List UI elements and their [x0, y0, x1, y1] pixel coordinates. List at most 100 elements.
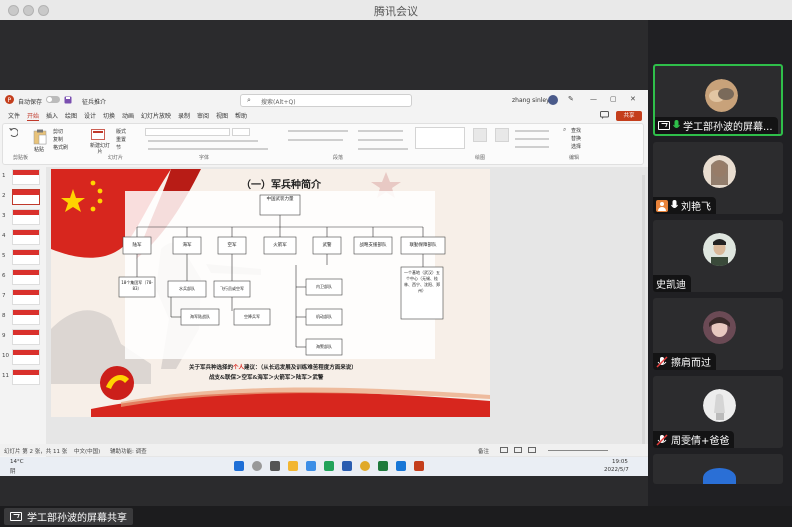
reading-view-icon[interactable] — [528, 447, 536, 453]
undo-icon[interactable] — [8, 127, 18, 137]
menu-file[interactable]: 文件 — [8, 111, 20, 120]
smartart-row[interactable] — [358, 148, 408, 150]
file-explorer-icon[interactable] — [288, 461, 298, 471]
slide-thumbnail[interactable]: 3 — [2, 209, 44, 226]
ppt-search-box[interactable]: ⌕ 搜索(Alt+Q) — [240, 94, 412, 107]
status-language[interactable]: 中文(中国) — [74, 447, 100, 455]
participant-tile[interactable]: 刘艳飞 — [653, 142, 783, 214]
save-icon[interactable] — [64, 96, 72, 104]
meeting-app-icon[interactable] — [396, 461, 406, 471]
thumb-number: 1 — [2, 173, 6, 179]
chrome-icon[interactable] — [360, 461, 370, 471]
arrange-button[interactable] — [473, 128, 487, 142]
menu-insert[interactable]: 插入 — [46, 111, 58, 120]
node-army-groups: 18个集团军（78-83） — [121, 280, 153, 291]
participant-tile-partial[interactable] — [653, 454, 783, 484]
find-icon[interactable]: ⌕ — [563, 126, 566, 134]
shape-outline-row[interactable] — [515, 138, 549, 140]
screen-share-label[interactable]: 学工部孙波的屏幕共享 — [4, 508, 133, 525]
text-direction-row[interactable] — [358, 130, 403, 132]
weather-temp[interactable]: 14°C — [10, 459, 24, 465]
current-slide[interactable]: （一）军兵种简介 中国武装力量 陆军 海军 空军 火箭军 武警 战略支援部队 联… — [51, 169, 490, 417]
paragraph-list-row[interactable] — [288, 130, 348, 132]
slide-thumbnail[interactable]: 9 — [2, 329, 44, 346]
user-name: zhang sinley — [512, 97, 550, 104]
shapes-gallery[interactable] — [415, 127, 465, 149]
replace-label[interactable]: 替换 — [571, 135, 581, 142]
slide-thumbnail[interactable]: 4 — [2, 229, 44, 246]
thumb-image — [12, 229, 40, 245]
taskbar-search-icon[interactable] — [252, 461, 262, 471]
font-effect-row[interactable] — [148, 148, 268, 150]
pen-icon[interactable]: ✎ — [568, 95, 574, 103]
small-star-icon — [90, 206, 96, 212]
slide-thumbnail[interactable]: 7 — [2, 289, 44, 306]
participant-tile-active[interactable]: 学工部孙波的屏幕... — [653, 64, 783, 136]
menu-review[interactable]: 审阅 — [197, 111, 209, 120]
slide-thumbnail[interactable]: 1 — [2, 169, 44, 186]
close-icon[interactable]: ✕ — [630, 95, 636, 103]
paste-label[interactable]: 粘贴 — [34, 146, 44, 153]
slide-thumbnail[interactable]: 10 — [2, 349, 44, 366]
clock-time[interactable]: 19:05 — [612, 459, 628, 465]
minimize-icon[interactable]: — — [590, 95, 597, 103]
reset-label[interactable]: 重置 — [116, 136, 126, 143]
menu-transitions[interactable]: 切换 — [103, 111, 115, 120]
weather-desc[interactable]: 阴 — [10, 467, 16, 475]
format-painter-label[interactable]: 格式刷 — [53, 144, 68, 151]
shape-effects-row[interactable] — [515, 146, 549, 148]
clock-date[interactable]: 2022/5/7 — [604, 467, 629, 473]
paragraph-align-row[interactable] — [288, 139, 343, 141]
align-text-row[interactable] — [358, 139, 403, 141]
word-icon[interactable] — [342, 461, 352, 471]
normal-view-icon[interactable] — [500, 447, 508, 453]
slide-thumbnail-selected[interactable]: 2 — [2, 189, 44, 206]
store-icon[interactable] — [306, 461, 316, 471]
menu-design[interactable]: 设计 — [84, 111, 96, 120]
wechat-icon[interactable] — [324, 461, 334, 471]
menu-animations[interactable]: 动画 — [122, 111, 134, 120]
copy-label[interactable]: 复制 — [53, 136, 63, 143]
notes-button[interactable]: 备注 — [478, 447, 489, 455]
comment-icon[interactable] — [600, 111, 609, 119]
slide-sorter-icon[interactable] — [514, 447, 522, 453]
powerpoint-taskbar-icon[interactable] — [414, 461, 424, 471]
menu-record[interactable]: 录制 — [178, 111, 190, 120]
share-button[interactable]: 共享 — [616, 111, 642, 121]
vertical-scrollbar[interactable] — [642, 175, 645, 445]
windows-start-icon[interactable] — [234, 461, 244, 471]
paste-icon[interactable] — [33, 129, 47, 145]
find-label[interactable]: 查找 — [571, 127, 581, 134]
menu-slideshow[interactable]: 幻灯片放映 — [141, 111, 171, 120]
new-slide-icon[interactable] — [91, 129, 105, 141]
slide-thumbnail[interactable]: 8 — [2, 309, 44, 326]
status-accessibility[interactable]: 辅助功能: 调查 — [110, 447, 147, 455]
menu-help[interactable]: 帮助 — [235, 111, 247, 120]
task-view-icon[interactable] — [270, 461, 280, 471]
autosave-toggle[interactable] — [46, 96, 60, 103]
layout-label[interactable]: 版式 — [116, 128, 126, 135]
restore-icon[interactable]: ▢ — [610, 95, 617, 103]
zoom-slider[interactable] — [548, 450, 608, 451]
menu-home[interactable]: 开始 — [27, 111, 40, 121]
font-family-select[interactable] — [145, 128, 230, 136]
participant-tile[interactable]: 周雯倩+爸爸 — [653, 376, 783, 448]
participant-tile[interactable]: 史凯迪 — [653, 220, 783, 292]
slide-thumbnail[interactable]: 11 — [2, 369, 44, 386]
excel-icon[interactable] — [378, 461, 388, 471]
participant-tile[interactable]: 擦肩而过 — [653, 298, 783, 370]
menu-view[interactable]: 视图 — [216, 111, 228, 120]
font-size-select[interactable] — [232, 128, 250, 136]
slide-thumbnail[interactable]: 6 — [2, 269, 44, 286]
section-label[interactable]: 节 — [116, 144, 121, 151]
cut-label[interactable]: 剪切 — [53, 128, 63, 135]
menu-draw[interactable]: 绘图 — [65, 111, 77, 120]
thumb-number: 5 — [2, 253, 6, 259]
user-avatar-icon[interactable] — [548, 95, 558, 105]
slide-thumbnail[interactable]: 5 — [2, 249, 44, 266]
shape-fill-row[interactable] — [515, 130, 549, 132]
select-label[interactable]: 选择 — [571, 143, 581, 150]
screen-share-icon — [658, 121, 670, 130]
font-style-row[interactable] — [148, 140, 258, 142]
quick-styles-button[interactable] — [495, 128, 509, 142]
